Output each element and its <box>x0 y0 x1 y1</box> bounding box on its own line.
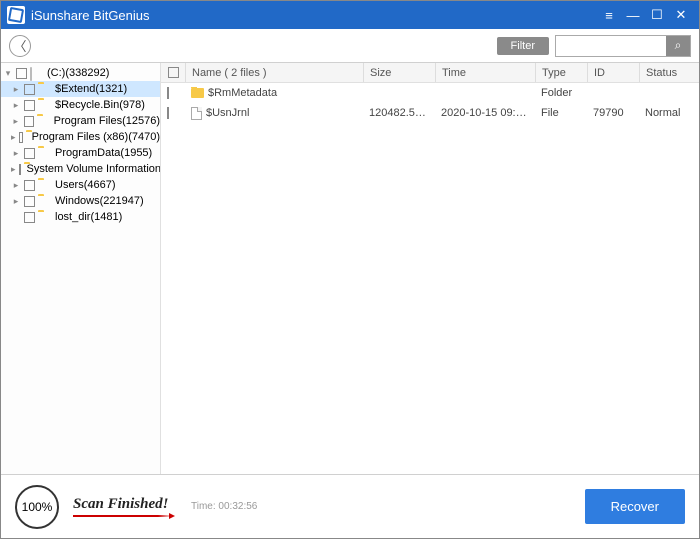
folder-tree[interactable]: ▾ (C:)(338292) ▸ $Extend(1321) ▸ $Recycl… <box>1 63 161 474</box>
chevron-right-icon[interactable]: ▸ <box>11 148 21 159</box>
header-type[interactable]: Type <box>535 63 587 82</box>
time-label: Time: 00:32:56 <box>191 501 257 512</box>
tree-item[interactable]: ▸ System Volume Information(6) <box>1 161 160 177</box>
tree-label: Program Files (x86)(7470) <box>32 131 160 143</box>
search-input[interactable] <box>556 36 666 56</box>
tree-checkbox[interactable] <box>19 132 23 143</box>
minimize-button[interactable]: ― <box>621 5 645 25</box>
chevron-right-icon[interactable]: ▸ <box>11 180 21 191</box>
toolbar: 〈 Filter ⌕ <box>1 29 699 63</box>
tree-checkbox[interactable] <box>24 116 35 127</box>
cell-name: $RmMetadata <box>208 87 277 99</box>
chevron-right-icon[interactable]: ▸ <box>11 132 16 143</box>
status-bar: 100% Scan Finished! Time: 00:32:56 Recov… <box>1 474 699 538</box>
header-size[interactable]: Size <box>363 63 435 82</box>
maximize-button[interactable]: ☐ <box>645 5 669 25</box>
title-bar: iSunshare BitGenius ≡ ― ☐ ✕ <box>1 1 699 29</box>
tree-item[interactable]: ▸ Program Files(12576) <box>1 113 160 129</box>
header-time[interactable]: Time <box>435 63 535 82</box>
chevron-right-icon[interactable]: ▸ <box>11 196 21 207</box>
tree-checkbox[interactable] <box>24 180 35 191</box>
tree-item[interactable]: ▸ Program Files (x86)(7470) <box>1 129 160 145</box>
tree-item[interactable]: ▸ $Recycle.Bin(978) <box>1 97 160 113</box>
app-logo-icon <box>7 6 25 24</box>
tree-item[interactable]: ▸ Users(4667) <box>1 177 160 193</box>
back-button[interactable]: 〈 <box>9 35 31 57</box>
table-row[interactable]: $RmMetadata Folder <box>161 83 699 103</box>
tree-item[interactable]: ▸ $Extend(1321) <box>1 81 160 97</box>
tree-checkbox[interactable] <box>19 164 21 175</box>
chevron-down-icon[interactable]: ▾ <box>3 68 13 79</box>
close-button[interactable]: ✕ <box>669 5 693 25</box>
folder-icon <box>38 212 52 223</box>
table-row[interactable]: $UsnJrnl 120482.56 TB 2020-10-15 09:01:5… <box>161 103 699 123</box>
header-checkbox-col[interactable] <box>161 63 185 82</box>
drive-icon <box>30 68 44 79</box>
scan-status-label: Scan Finished! <box>73 496 173 513</box>
tree-item[interactable]: ▸ lost_dir(1481) <box>1 209 160 225</box>
search-box: ⌕ <box>555 35 691 57</box>
tree-label: ProgramData(1955) <box>55 147 152 159</box>
table-header: Name ( 2 files ) Size Time Type ID Statu… <box>161 63 699 83</box>
search-icon: ⌕ <box>675 38 682 53</box>
tree-label: Users(4667) <box>55 179 116 191</box>
main-area: ▾ (C:)(338292) ▸ $Extend(1321) ▸ $Recycl… <box>1 63 699 474</box>
status-underline <box>73 515 173 517</box>
header-name[interactable]: Name ( 2 files ) <box>185 63 363 82</box>
progress-percent: 100% <box>22 500 53 514</box>
header-checkbox[interactable] <box>168 67 179 78</box>
cell-status: Normal <box>639 107 699 119</box>
chevron-right-icon[interactable]: ▸ <box>11 164 16 175</box>
folder-icon <box>37 116 50 127</box>
tree-checkbox[interactable] <box>24 196 35 207</box>
tree-label: $Recycle.Bin(978) <box>55 99 145 111</box>
folder-icon <box>38 100 52 111</box>
tree-label: lost_dir(1481) <box>55 211 122 223</box>
tree-label: $Extend(1321) <box>55 83 127 95</box>
folder-icon <box>38 196 52 207</box>
tree-label: Windows(221947) <box>55 195 144 207</box>
chevron-right-icon[interactable]: ▸ <box>11 116 21 127</box>
app-title: iSunshare BitGenius <box>31 8 597 23</box>
progress-ring: 100% <box>15 485 59 529</box>
cell-time: 2020-10-15 09:01:52 <box>435 107 535 119</box>
tree-checkbox[interactable] <box>24 148 35 159</box>
tree-checkbox[interactable] <box>24 84 35 95</box>
file-list: Name ( 2 files ) Size Time Type ID Statu… <box>161 63 699 474</box>
folder-icon <box>38 84 52 95</box>
filter-button[interactable]: Filter <box>497 37 549 55</box>
tree-checkbox[interactable] <box>24 212 35 223</box>
row-checkbox[interactable] <box>167 87 169 99</box>
folder-icon <box>38 148 52 159</box>
header-status[interactable]: Status <box>639 63 699 82</box>
header-id[interactable]: ID <box>587 63 639 82</box>
recover-button[interactable]: Recover <box>585 489 685 524</box>
cell-type: File <box>535 107 587 119</box>
tree-label: System Volume Information(6) <box>27 163 161 175</box>
file-icon <box>191 107 202 120</box>
cell-id: 79790 <box>587 107 639 119</box>
cell-type: Folder <box>535 87 587 99</box>
row-checkbox[interactable] <box>167 107 169 119</box>
chevron-right-icon[interactable]: ▸ <box>11 100 21 111</box>
tree-checkbox[interactable] <box>16 68 27 79</box>
tree-label: Program Files(12576) <box>54 115 160 127</box>
cell-name: $UsnJrnl <box>206 107 249 119</box>
cell-size: 120482.56 TB <box>363 107 435 119</box>
menu-button[interactable]: ≡ <box>597 5 621 25</box>
tree-item[interactable]: ▸ Windows(221947) <box>1 193 160 209</box>
folder-icon <box>38 180 52 191</box>
tree-checkbox[interactable] <box>24 100 35 111</box>
folder-icon <box>191 88 204 98</box>
tree-root[interactable]: ▾ (C:)(338292) <box>1 65 160 81</box>
search-button[interactable]: ⌕ <box>666 36 690 56</box>
chevron-right-icon[interactable]: ▸ <box>11 84 21 95</box>
folder-icon <box>26 132 29 143</box>
tree-item[interactable]: ▸ ProgramData(1955) <box>1 145 160 161</box>
tree-label: (C:)(338292) <box>47 67 109 79</box>
